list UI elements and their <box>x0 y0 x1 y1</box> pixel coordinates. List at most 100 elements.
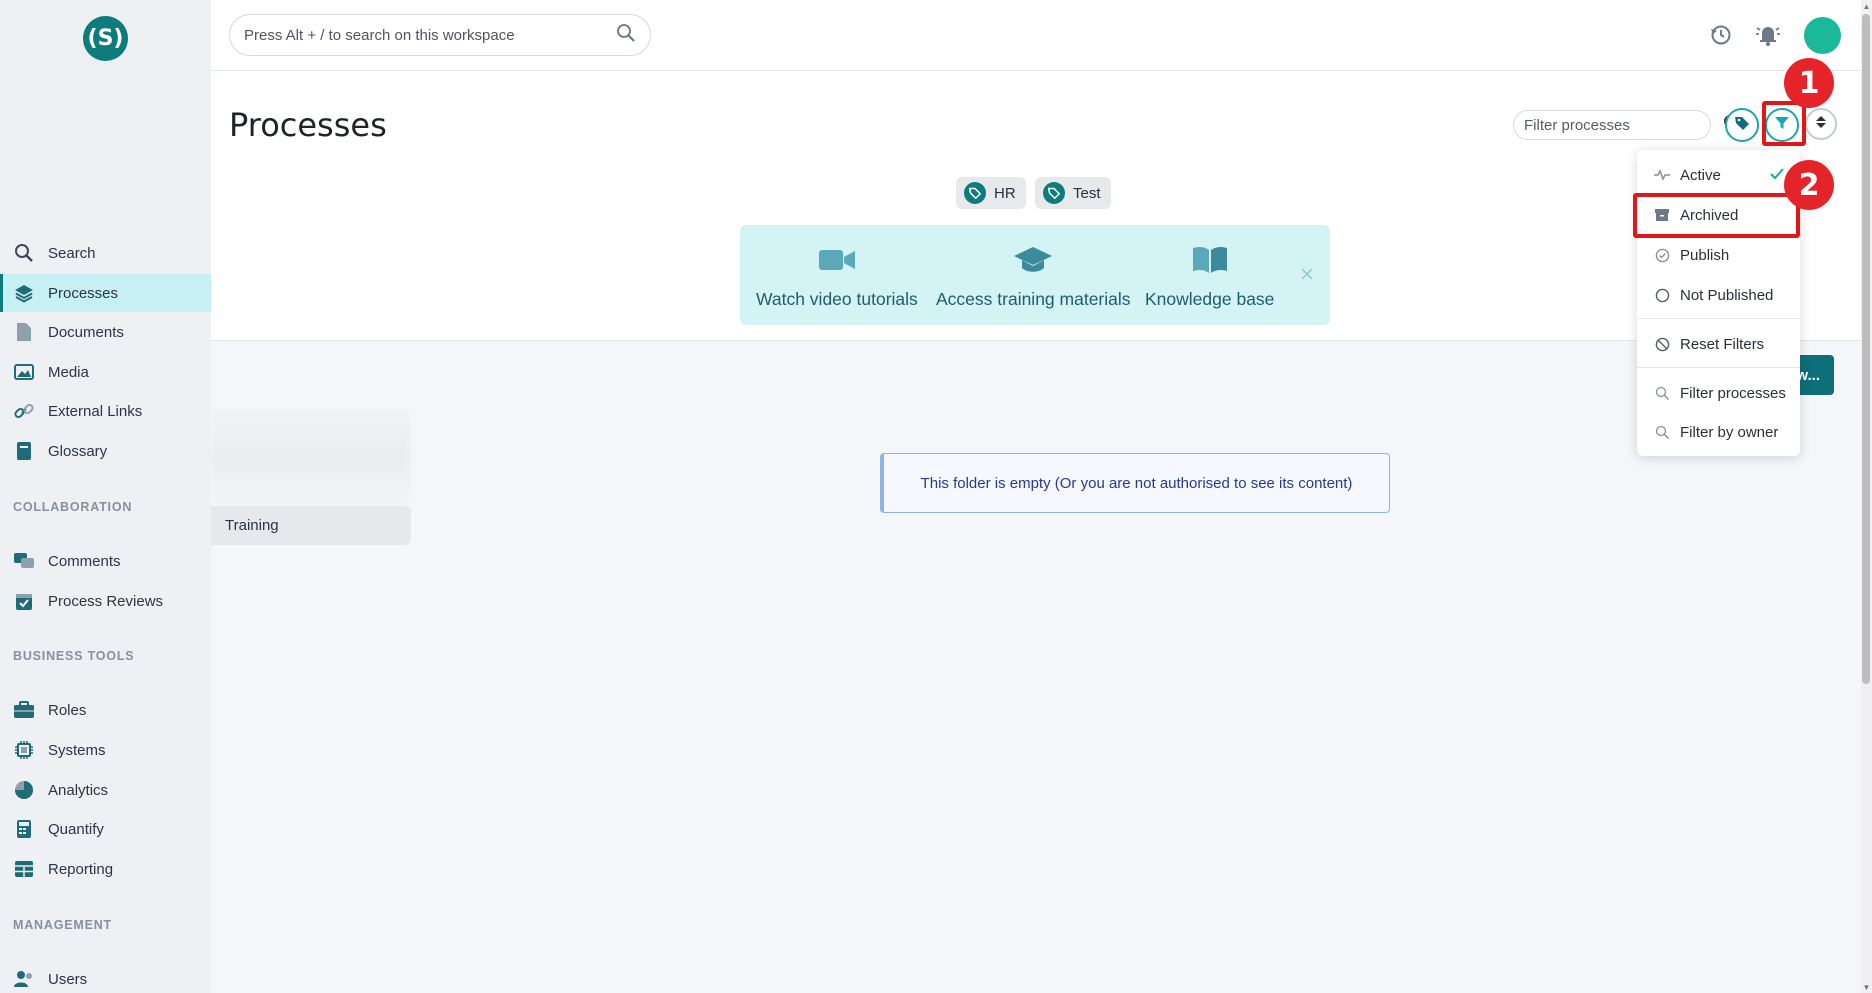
top-bar <box>211 0 1861 71</box>
sidebar-item-label: Glossary <box>48 442 108 460</box>
calendar-check-icon <box>13 590 35 612</box>
section-business-tools: BUSINESS TOOLS <box>13 649 135 663</box>
sidebar-item-comments[interactable]: Comments <box>0 542 211 580</box>
sidebar-item-glossary[interactable]: Glossary <box>0 432 211 470</box>
video-camera-icon <box>818 241 856 279</box>
sidebar-item-label: Analytics <box>48 781 109 799</box>
section-collaboration: COLLABORATION <box>13 500 133 514</box>
sidebar-item-external-links[interactable]: External Links <box>0 392 211 430</box>
layers-icon <box>13 282 35 304</box>
sidebar-item-users[interactable]: Users <box>0 960 211 993</box>
open-book-icon <box>1191 241 1229 279</box>
calculator-icon <box>13 818 35 840</box>
step-badge-2: 2 <box>1784 160 1834 210</box>
sidebar-item-roles[interactable]: Roles <box>0 691 211 729</box>
tag-icon <box>1043 182 1065 204</box>
sidebar-item-documents[interactable]: Documents <box>0 313 211 351</box>
funnel-icon <box>1774 115 1790 136</box>
section-management: MANAGEMENT <box>13 918 112 932</box>
sidebar-item-label: Comments <box>48 552 121 570</box>
briefcase-icon <box>13 699 35 721</box>
graduation-cap-icon <box>1013 241 1053 279</box>
app-logo[interactable]: (S) <box>83 16 128 61</box>
sidebar-item-label: External Links <box>48 402 143 420</box>
checkmark-icon <box>1770 167 1784 184</box>
history-icon[interactable] <box>1704 18 1738 52</box>
workspace-search-input[interactable] <box>244 26 616 44</box>
pulse-icon <box>1654 167 1670 183</box>
tag-filter-button[interactable] <box>1725 108 1759 142</box>
filter-processes-input[interactable] <box>1524 116 1723 134</box>
sidebar-item-label: Process Reviews <box>48 592 164 610</box>
sidebar-item-label: Search <box>48 244 96 262</box>
scroll-down-arrow[interactable]: ▼ <box>1861 981 1872 993</box>
scrollbar-thumb[interactable] <box>1862 14 1870 684</box>
sidebar: (S) Search Processes Documents Media Ext… <box>0 0 211 993</box>
close-icon[interactable]: × <box>1300 261 1314 289</box>
header-panel: Processes HR Test Watch video tutorials … <box>211 71 1861 341</box>
step-badge-1: 1 <box>1784 58 1834 108</box>
chip-icon <box>13 739 35 761</box>
access-training-materials-link[interactable]: Access training materials <box>936 241 1131 310</box>
sidebar-item-processes[interactable]: Processes <box>0 274 211 312</box>
workspace-search[interactable] <box>229 14 651 56</box>
users-icon <box>13 968 35 990</box>
tag-icon <box>964 182 986 204</box>
image-icon <box>13 361 35 383</box>
link-icon <box>13 400 35 422</box>
sidebar-item-reporting[interactable]: Reporting <box>0 850 211 888</box>
search-icon[interactable] <box>616 23 636 48</box>
sidebar-item-systems[interactable]: Systems <box>0 731 211 769</box>
sidebar-item-label: Processes <box>48 284 119 302</box>
filter-option-publish[interactable]: Publish <box>1637 237 1800 273</box>
folder-item-training[interactable]: Training <box>211 506 411 545</box>
filter-option-filter-processes[interactable]: Filter processes <box>1637 375 1800 411</box>
tag-chip-hr[interactable]: HR <box>956 177 1026 209</box>
filter-option-filter-by-owner[interactable]: Filter by owner <box>1637 414 1800 450</box>
filter-dropdown-menu: Active Archived Publish Not Published Re… <box>1637 150 1800 456</box>
tag-icon <box>1734 115 1750 136</box>
book-icon <box>13 440 35 462</box>
pie-chart-icon <box>13 779 35 801</box>
search-icon <box>13 242 35 264</box>
table-icon <box>13 858 35 880</box>
notification-bell-icon[interactable] <box>1751 18 1785 52</box>
sidebar-item-media[interactable]: Media <box>0 353 211 391</box>
sidebar-item-label: Reporting <box>48 860 114 878</box>
empty-folder-message: This folder is empty (Or you are not aut… <box>880 453 1390 513</box>
sidebar-item-label: Documents <box>48 323 124 341</box>
sidebar-item-process-reviews[interactable]: Process Reviews <box>0 582 211 620</box>
divider <box>1637 367 1800 368</box>
sort-icon <box>1815 115 1827 134</box>
filter-option-not-published[interactable]: Not Published <box>1637 277 1800 313</box>
search-icon <box>1654 424 1670 440</box>
sidebar-item-search[interactable]: Search <box>0 234 211 272</box>
scroll-up-arrow[interactable]: ▲ <box>1861 0 1872 12</box>
avatar[interactable] <box>1804 17 1841 54</box>
tag-chip-test[interactable]: Test <box>1035 177 1111 209</box>
folder-tree-placeholder <box>211 410 411 506</box>
sidebar-item-analytics[interactable]: Analytics <box>0 771 211 809</box>
filter-option-reset-filters[interactable]: Reset Filters <box>1637 326 1800 362</box>
filter-option-archived[interactable]: Archived <box>1637 197 1800 233</box>
filter-processes-field[interactable] <box>1513 110 1740 140</box>
check-circle-icon <box>1654 247 1670 263</box>
sidebar-item-label: Roles <box>48 701 87 719</box>
sidebar-item-label: Quantify <box>48 820 104 838</box>
divider <box>1637 318 1800 319</box>
sidebar-item-label: Media <box>48 363 89 381</box>
search-icon <box>1654 385 1670 401</box>
knowledge-base-link[interactable]: Knowledge base <box>1145 241 1274 310</box>
page-title: Processes <box>229 106 387 144</box>
document-icon <box>13 321 35 343</box>
sort-button[interactable] <box>1805 108 1837 140</box>
watch-video-tutorials-link[interactable]: Watch video tutorials <box>756 241 918 310</box>
filter-option-active[interactable]: Active <box>1637 157 1800 193</box>
filter-button[interactable] <box>1765 108 1799 142</box>
sidebar-item-label: Systems <box>48 741 106 759</box>
sidebar-item-quantify[interactable]: Quantify <box>0 810 211 848</box>
circle-icon <box>1654 287 1670 303</box>
tag-label: HR <box>994 184 1016 202</box>
comments-icon <box>13 550 35 572</box>
sidebar-item-label: Users <box>48 970 88 988</box>
